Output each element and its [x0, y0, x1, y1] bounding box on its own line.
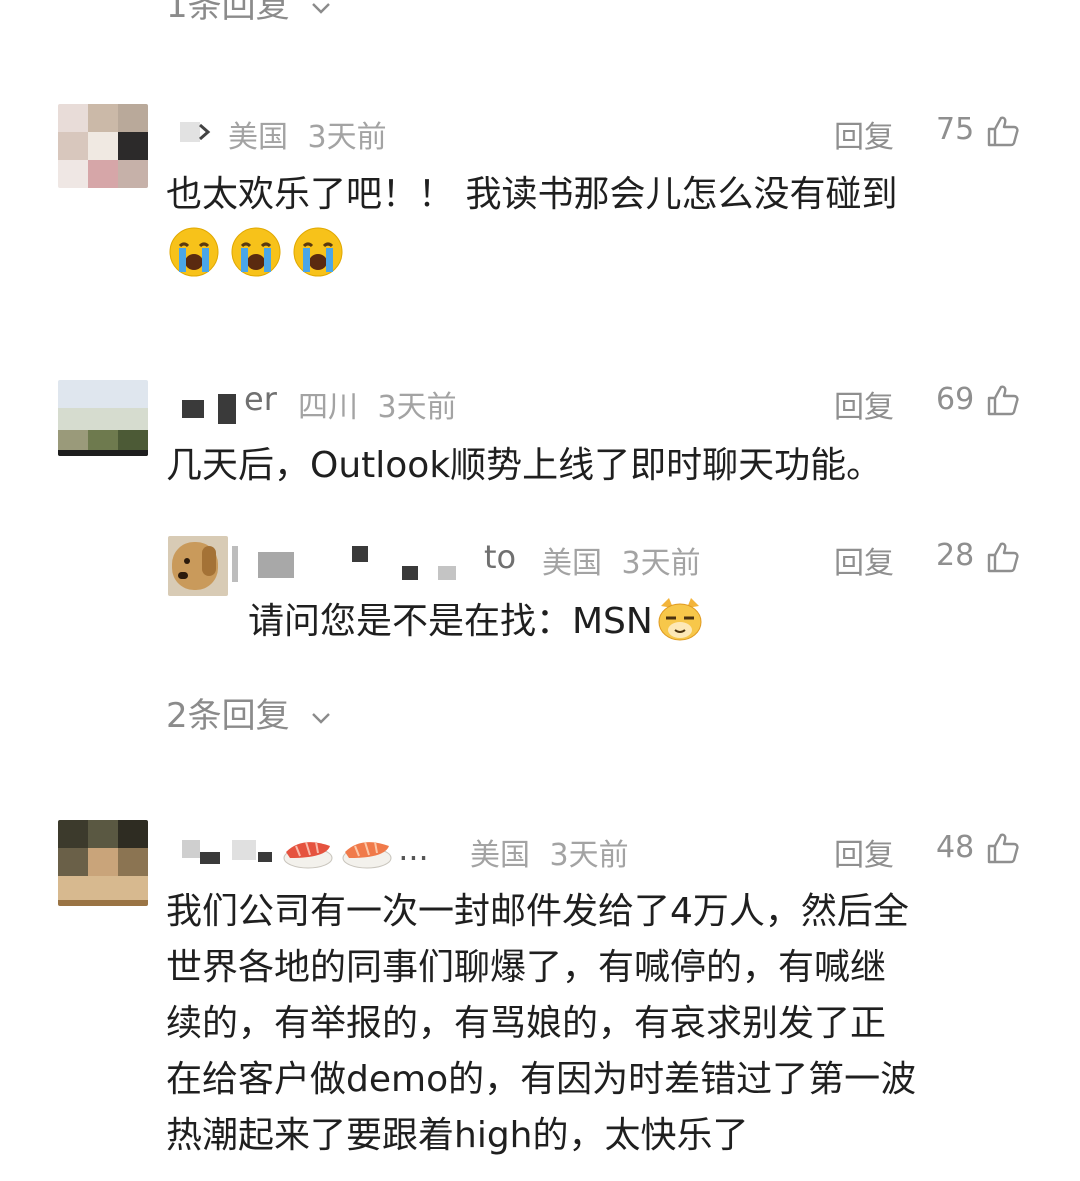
thumbs-up-icon[interactable]: [986, 831, 1020, 865]
chevron-down-icon: [312, 712, 331, 724]
username-redacted: [200, 852, 220, 864]
username-redacted: [402, 566, 418, 580]
comment-location: 四川: [298, 390, 358, 425]
username-fragment: to: [484, 538, 517, 576]
thumbs-up-icon[interactable]: [986, 383, 1020, 417]
crying-face-emoji: [231, 227, 281, 277]
comment-text-line: 在给客户做demo的，有因为时差错过了第一波: [166, 1059, 917, 1100]
comment-text-line: 续的，有举报的，有骂娘的，有哀求别发了正: [166, 1003, 887, 1044]
sushi-emoji: [342, 841, 392, 869]
like-count: 28: [936, 538, 975, 573]
crying-face-emoji: [169, 227, 219, 277]
comment-time: 3天前: [377, 390, 457, 425]
comment-text: 也太欢乐了吧！！ 我读书那会儿怎么没有碰到: [166, 174, 898, 215]
reply-time: 3天前: [621, 546, 701, 581]
username-fragment: er: [244, 380, 277, 418]
reply-text: 请问您是不是在找：MSN: [248, 601, 653, 642]
username-redacted: [182, 840, 200, 858]
crying-face-emoji: [293, 227, 343, 277]
username-redacted: [218, 394, 236, 424]
comment-text: 我们公司有一次一封邮件发给了4万人，然后全 世界各地的同事们聊爆了，有喊停的，有…: [166, 884, 916, 1164]
username-fragment: ...: [398, 830, 429, 868]
more-replies[interactable]: 2条回复: [166, 688, 332, 737]
like-count: 48: [936, 830, 975, 865]
reply-button[interactable]: 回复: [834, 538, 894, 582]
comment-text-line: 世界各地的同事们聊爆了，有喊停的，有喊继: [166, 947, 887, 988]
avatar[interactable]: [58, 380, 148, 456]
username-redacted: [182, 400, 204, 418]
reply-button[interactable]: 回复: [834, 382, 894, 426]
comment-time: 3天前: [307, 120, 387, 155]
smug-cat-emoji: [658, 598, 702, 641]
comment-location: 美国: [470, 838, 530, 873]
top-more-replies[interactable]: 1条回复: [166, 0, 332, 27]
username-redacted: [232, 840, 256, 860]
username-redacted: [258, 552, 294, 578]
username-redacted: [232, 546, 238, 582]
comment-text-line: 我们公司有一次一封邮件发给了4万人，然后全: [166, 891, 909, 932]
thumbs-up-icon[interactable]: [986, 114, 1020, 148]
avatar[interactable]: [58, 820, 148, 906]
avatar[interactable]: [58, 104, 148, 188]
username-redacted: [352, 546, 368, 562]
thumbs-up-icon[interactable]: [986, 540, 1020, 574]
comment-text-line: 热潮起来了要跟着high的，太快乐了: [166, 1115, 749, 1156]
username-redacted: [438, 566, 456, 580]
like-count: 75: [936, 112, 975, 147]
comment-text: 几天后，Outlook顺势上线了即时聊天功能。: [166, 445, 883, 486]
sushi-emoji: [283, 841, 333, 869]
username-redacted: [258, 852, 272, 862]
comment-location: 美国: [228, 120, 288, 155]
more-replies-label: 2条回复: [166, 696, 290, 736]
reply-location: 美国: [542, 546, 602, 581]
like-count: 69: [936, 382, 975, 417]
reply-button[interactable]: 回复: [834, 830, 894, 874]
reply-button[interactable]: 回复: [834, 112, 894, 156]
avatar[interactable]: [168, 536, 228, 596]
chevron-down-icon: [312, 2, 331, 14]
comment-time: 3天前: [549, 838, 629, 873]
emoji-row: [168, 226, 344, 280]
top-more-replies-label: 1条回复: [166, 0, 290, 26]
username-fragment: [199, 123, 211, 141]
